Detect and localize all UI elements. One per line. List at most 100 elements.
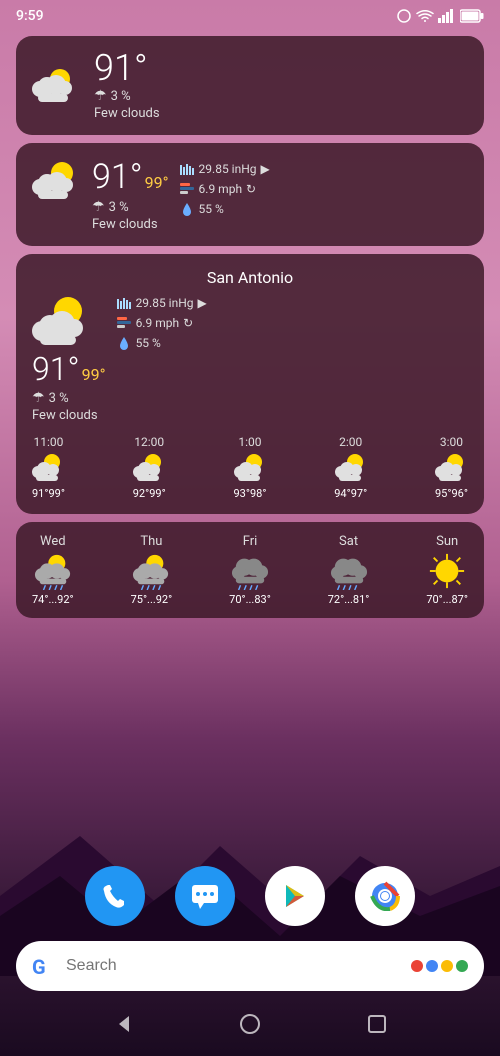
- wind-icon: [179, 181, 195, 197]
- hour-time-3: 2:00: [339, 435, 362, 449]
- day-icon-2: [231, 552, 269, 590]
- hour-temps-0: 91°99°: [32, 487, 65, 500]
- widget3-right: 29.85 inHg ▶ 6.9 mph ↻ 55 %: [116, 295, 468, 351]
- day-item-4: Sun 70°...87°: [426, 534, 468, 606]
- chrome-app-icon[interactable]: [355, 866, 415, 926]
- day-temps-1: 75°...92°: [131, 593, 173, 606]
- hour-temps-2: 93°98°: [234, 487, 267, 500]
- widget2-temp: 91°: [92, 157, 143, 197]
- circle-icon: [396, 8, 412, 24]
- widget3-main: 91° 99° ☂ 3 % Few clouds: [32, 295, 468, 423]
- wifi-icon: [416, 9, 434, 23]
- day-temps-3: 72°...81°: [328, 593, 370, 606]
- pressure-row: 29.85 inHg ▶: [179, 161, 468, 177]
- hour-icon-3: [335, 452, 367, 484]
- home-icon: [238, 1012, 262, 1036]
- playstore-app-icon[interactable]: [265, 866, 325, 926]
- widget3-feels: 99°: [82, 365, 106, 384]
- day-name-2: Fri: [243, 534, 258, 549]
- hour-icon-0: [32, 452, 64, 484]
- day-item-1: Thu 75°...92°: [131, 534, 173, 606]
- w3-pressure-icon: [116, 295, 132, 311]
- widget2-left: 91° 99° ☂ 3 % Few clouds: [92, 157, 169, 232]
- hour-temps-1: 92°99°: [133, 487, 166, 500]
- recents-button[interactable]: [365, 1012, 389, 1036]
- weather-icon-medium: [32, 157, 82, 207]
- widget-large[interactable]: San Antonio 91° 99° ☂ 3 %: [16, 254, 484, 514]
- day-icon-4: [428, 552, 466, 590]
- hour-item-1: 12:00 92°99°: [133, 435, 166, 500]
- widget2-feels: 99°: [145, 173, 169, 192]
- day-icon-1: [132, 552, 170, 590]
- hour-time-0: 11:00: [34, 435, 64, 449]
- search-bar[interactable]: G: [16, 941, 484, 991]
- hour-item-0: 11:00 91°99°: [32, 435, 65, 500]
- widget1-rain: ☂ 3 %: [94, 88, 160, 104]
- home-button[interactable]: [238, 1012, 262, 1036]
- day-name-1: Thu: [140, 534, 162, 549]
- widget2-rain: ☂ 3 %: [92, 199, 129, 215]
- weather-icon-large: [32, 295, 92, 350]
- phone-icon: [100, 881, 130, 911]
- hour-temps-4: 95°96°: [435, 487, 468, 500]
- day-item-2: Fri 70°...83°: [229, 534, 271, 606]
- recents-icon: [365, 1012, 389, 1036]
- messages-icon: [190, 881, 220, 911]
- status-icons: [396, 8, 484, 24]
- widget1-info: 91° ☂ 3 % Few clouds: [94, 50, 160, 121]
- widget3-left: 91° 99° ☂ 3 % Few clouds: [32, 295, 106, 423]
- pressure-icon: [179, 161, 195, 177]
- day-temps-0: 74°...92°: [32, 593, 74, 606]
- google-logo: G: [32, 954, 56, 978]
- day-name-3: Sat: [339, 534, 358, 549]
- back-icon: [111, 1012, 135, 1036]
- day-icon-0: [34, 552, 72, 590]
- w3-wind-row: 6.9 mph ↻: [116, 315, 468, 331]
- back-button[interactable]: [111, 1012, 135, 1036]
- hour-temps-3: 94°97°: [334, 487, 367, 500]
- time: 9:59: [16, 8, 44, 24]
- widget2-condition: Few clouds: [92, 217, 158, 232]
- search-input[interactable]: [66, 951, 401, 981]
- hour-item-4: 3:00 95°96°: [435, 435, 468, 500]
- widget3-condition: Few clouds: [32, 408, 98, 423]
- widget3-rain: ☂ 3 %: [32, 390, 69, 406]
- battery-icon: [460, 9, 484, 23]
- widget2-temp-row: 91° 99°: [92, 157, 169, 197]
- day-name-0: Wed: [40, 534, 66, 549]
- hour-item-3: 2:00 94°97°: [334, 435, 367, 500]
- hour-time-1: 12:00: [134, 435, 164, 449]
- hour-time-2: 1:00: [238, 435, 261, 449]
- signal-icon: [438, 9, 456, 23]
- wind-row: 6.9 mph ↻: [179, 181, 468, 197]
- w3-pressure-row: 29.85 inHg ▶: [116, 295, 468, 311]
- nav-bar: [0, 1002, 500, 1046]
- app-row: [40, 866, 460, 926]
- w3-wind-icon: [116, 315, 132, 331]
- w3-humidity-row: 55 %: [116, 335, 468, 351]
- widget2-right: 29.85 inHg ▶ 6.9 mph ↻ 55 %: [179, 157, 468, 217]
- widget1-condition: Few clouds: [94, 106, 160, 121]
- widget3-city: San Antonio: [32, 268, 468, 287]
- google-mic-icon[interactable]: [411, 960, 468, 972]
- widgets-container: 91° ☂ 3 % Few clouds 91° 99°: [0, 28, 500, 626]
- widget-small[interactable]: 91° ☂ 3 % Few clouds: [16, 36, 484, 135]
- hour-icon-4: [435, 452, 467, 484]
- weather-icon-small: [32, 61, 82, 111]
- status-bar: 9:59: [0, 0, 500, 28]
- phone-app-icon[interactable]: [85, 866, 145, 926]
- w3-humidity-icon: [116, 335, 132, 351]
- humidity-icon: [179, 201, 195, 217]
- day-item-3: Sat 72°...81°: [328, 534, 370, 606]
- widget-weekly[interactable]: Wed 74°...92° Thu: [16, 522, 484, 618]
- weekly-row: Wed 74°...92° Thu: [32, 534, 468, 606]
- hour-icon-1: [133, 452, 165, 484]
- day-temps-2: 70°...83°: [229, 593, 271, 606]
- hour-time-4: 3:00: [440, 435, 463, 449]
- messages-app-icon[interactable]: [175, 866, 235, 926]
- day-icon-3: [330, 552, 368, 590]
- playstore-icon: [280, 881, 310, 911]
- widget3-temp: 91°: [32, 350, 80, 388]
- hour-icon-2: [234, 452, 266, 484]
- widget-medium[interactable]: 91° 99° ☂ 3 % Few clouds 29.85 inHg ▶: [16, 143, 484, 246]
